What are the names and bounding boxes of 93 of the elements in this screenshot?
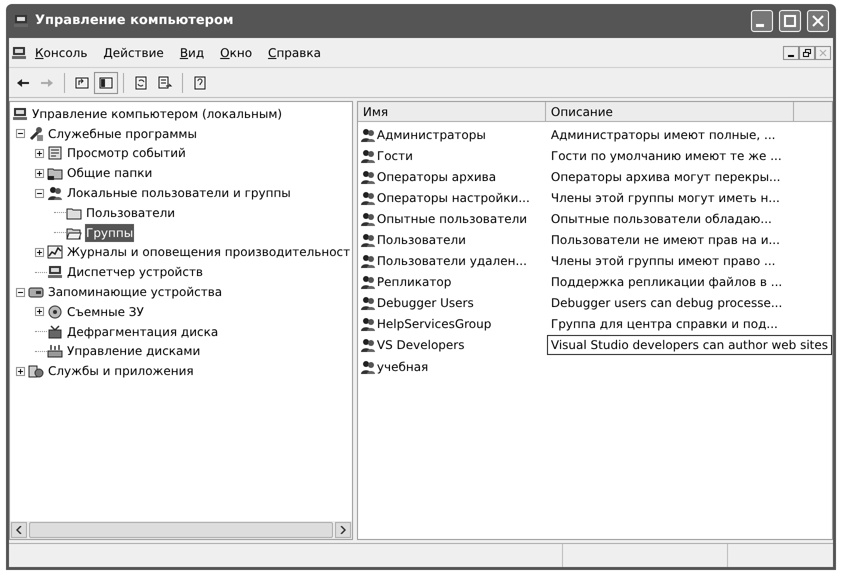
collapse-toggle[interactable]: [16, 288, 25, 297]
collapse-toggle[interactable]: [35, 188, 44, 198]
group-description: Пользователи не имеют прав на и...: [550, 232, 780, 250]
column-header[interactable]: Описание: [546, 102, 794, 121]
expand-toggle[interactable]: [16, 366, 25, 376]
tree-item[interactable]: Службы и приложения: [47, 362, 195, 380]
users-icon: [360, 337, 376, 354]
minimize-button[interactable]: [751, 10, 773, 32]
computer-icon: [13, 13, 29, 29]
menu-item[interactable]: Окно: [212, 44, 260, 62]
group-name[interactable]: VS Developers: [376, 336, 464, 354]
event-log-icon: [47, 145, 63, 162]
users-icon: [360, 316, 376, 332]
right-chevron-icon: [340, 526, 346, 534]
users-icon: [47, 185, 63, 202]
group-description: Администраторы имеют полные, ...: [550, 126, 776, 144]
collapse-toggle[interactable]: [16, 129, 25, 138]
tree-item[interactable]: Дефрагментация диска: [66, 322, 220, 341]
disc-icon: [47, 304, 63, 320]
tree-item[interactable]: Просмотр событий: [66, 144, 187, 162]
line-chart-icon: [47, 244, 63, 260]
maximize-button[interactable]: [779, 10, 801, 32]
restore-icon: [803, 48, 811, 56]
disk-icon: [47, 343, 63, 360]
group-name[interactable]: Гости: [376, 146, 413, 165]
close-button[interactable]: [807, 10, 829, 32]
users-icon: [360, 168, 376, 185]
window-title: Управление компьютером: [35, 12, 235, 30]
computer-icon: [12, 106, 28, 122]
expand-toggle[interactable]: [35, 307, 44, 316]
expand-toggle[interactable]: [35, 148, 44, 158]
group-name[interactable]: учебная: [376, 358, 428, 376]
users-icon: [360, 148, 376, 164]
users-icon: [360, 232, 376, 248]
group-name[interactable]: Пользователи удален...: [376, 252, 527, 270]
tree-item[interactable]: Пользователи: [85, 204, 176, 222]
tree-item[interactable]: Съемные ЗУ: [66, 302, 145, 321]
minimize-icon: [756, 24, 764, 26]
group-name[interactable]: Опытные пользователи: [376, 210, 528, 228]
menu-item[interactable]: Вид: [172, 44, 212, 62]
tree-item[interactable]: Группы: [85, 224, 134, 242]
group-description: Гости по умолчанию имеют те же ...: [550, 148, 782, 165]
users-icon: [360, 126, 376, 143]
tree-pane-button[interactable]: [94, 72, 118, 94]
menu-item[interactable]: Справка: [260, 44, 329, 62]
users-icon: [360, 274, 376, 290]
child-restore-button[interactable]: [799, 46, 815, 60]
menu-item[interactable]: Консоль: [27, 44, 96, 62]
description-tooltip: Visual Studio developers can author web sites: [546, 335, 832, 356]
group-description: Члены этой группы имеют право ...: [550, 253, 776, 270]
computer-icon: [11, 44, 27, 60]
menu-item[interactable]: Действие: [95, 44, 172, 62]
users-icon: [360, 295, 376, 312]
column-header[interactable]: Имя: [358, 102, 546, 121]
tree-item[interactable]: Управление компьютером (локальным): [31, 104, 284, 123]
group-description: Операторы архива могут перекры...: [550, 168, 780, 186]
scroll-thumb[interactable]: [29, 522, 333, 538]
users-icon: [360, 358, 376, 375]
minimize-icon: [788, 54, 794, 56]
computer-icon: [47, 264, 63, 280]
users-icon: [360, 210, 376, 227]
close-icon: [812, 15, 824, 27]
group-name[interactable]: Репликатор: [376, 273, 452, 292]
group-name[interactable]: Пользователи: [376, 231, 466, 250]
close-icon: [819, 48, 827, 56]
tree-item[interactable]: Управление дисками: [66, 342, 202, 360]
group-description: Члены этой группы могут иметь н...: [550, 190, 780, 207]
tree-item[interactable]: Запоминающие устройства: [47, 283, 224, 302]
scroll-right-button[interactable]: [334, 522, 351, 538]
group-name[interactable]: Операторы настройки...: [376, 188, 530, 207]
group-name[interactable]: HelpServicesGroup: [376, 315, 492, 334]
tree-item[interactable]: Журналы и оповещения производительност: [66, 243, 352, 262]
expand-toggle[interactable]: [35, 248, 44, 257]
group-description: Поддержка репликации файлов в ...: [550, 274, 782, 292]
users-icon: [360, 253, 376, 270]
left-chevron-icon: [16, 526, 22, 534]
group-description: Debugger users can debug processe...: [550, 295, 782, 312]
horizontal-scrollbar[interactable]: [10, 521, 352, 539]
tree-item[interactable]: Служебные программы: [47, 124, 198, 143]
group-name[interactable]: Администраторы: [376, 126, 486, 144]
group-description: Группа для центра справки и под...: [550, 316, 778, 334]
expand-toggle[interactable]: [35, 168, 44, 178]
group-description: Опытные пользователи обладаю...: [550, 210, 772, 228]
child-minimize-button[interactable]: [783, 46, 799, 60]
tree-item[interactable]: Общие папки: [66, 164, 154, 182]
group-name[interactable]: Debugger Users: [376, 294, 474, 312]
maximize-icon: [784, 15, 796, 27]
scroll-left-button[interactable]: [11, 522, 27, 538]
users-icon: [360, 190, 376, 206]
tree-item[interactable]: Диспетчер устройств: [66, 263, 204, 282]
tools-icon: [28, 126, 44, 142]
tree-item[interactable]: Локальные пользователи и группы: [66, 184, 292, 202]
group-name[interactable]: Операторы архива: [376, 168, 496, 186]
